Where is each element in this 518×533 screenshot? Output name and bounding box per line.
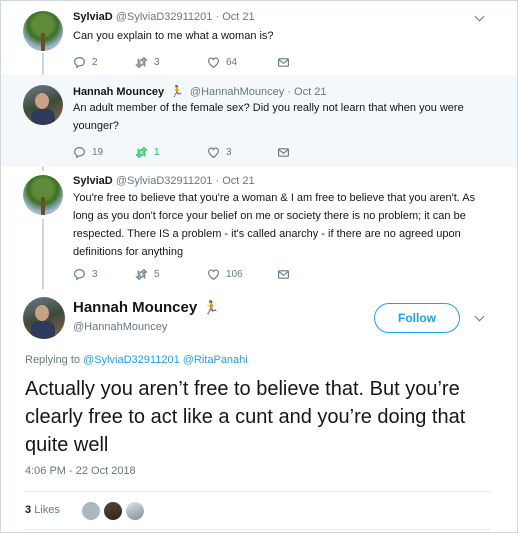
reply-target-link[interactable]: @SylviaD32911201	[83, 354, 180, 366]
reply-count: 19	[92, 146, 104, 158]
reply-icon	[74, 56, 85, 68]
tweet-date[interactable]: Oct 21	[222, 11, 254, 23]
likes-count: 3	[25, 504, 32, 516]
avatar[interactable]	[23, 175, 63, 215]
dm-button[interactable]	[277, 267, 296, 281]
author-handle[interactable]: @SylviaD32911201	[116, 175, 213, 187]
reply-button[interactable]: 2	[73, 55, 98, 69]
main-tweet-text: Actually you aren’t free to believe that…	[25, 378, 466, 456]
avatar[interactable]	[23, 11, 63, 51]
author-name[interactable]: Hannah Mouncey	[73, 299, 197, 316]
retweet-count: 5	[154, 268, 160, 280]
like-count: 3	[226, 146, 232, 158]
avatar[interactable]	[23, 297, 65, 339]
author-name[interactable]: Hannah Mouncey	[73, 86, 164, 98]
reply-count: 3	[92, 268, 98, 280]
retweet-count: 1	[154, 146, 160, 158]
retweet-button[interactable]: 5	[135, 267, 160, 281]
heart-icon	[208, 146, 219, 158]
tweet-2[interactable]: Hannah Mouncey 🏃 @HannahMouncey · Oct 21…	[1, 75, 517, 167]
like-button[interactable]: 64	[207, 55, 237, 69]
tweet-3[interactable]: SylviaD @SylviaD32911201 · Oct 21 You're…	[1, 167, 517, 293]
envelope-icon	[278, 57, 289, 67]
tweet-actions: 2 3 64	[73, 55, 493, 69]
liker-avatar[interactable]	[103, 501, 123, 521]
tweet-header: SylviaD @SylviaD32911201 · Oct 21	[73, 175, 255, 187]
reply-icon	[74, 268, 85, 280]
divider	[25, 491, 491, 492]
reply-icon	[74, 146, 85, 158]
tweet-header: Hannah Mouncey 🏃 @HannahMouncey · Oct 21	[73, 85, 326, 98]
tweet-text: An adult member of the female sex? Did y…	[73, 102, 464, 132]
retweet-button[interactable]: 1	[135, 145, 160, 159]
author-handle[interactable]: @SylviaD32911201	[116, 11, 213, 23]
chevron-down-icon[interactable]	[475, 13, 485, 23]
likes-label: Likes	[34, 504, 60, 516]
author-handle[interactable]: @HannahMouncey	[73, 321, 167, 333]
divider	[25, 529, 491, 530]
separator-dot: ·	[215, 175, 220, 187]
reply-button[interactable]: 3	[73, 267, 98, 281]
author-handle[interactable]: @HannahMouncey	[190, 86, 284, 98]
liker-avatar[interactable]	[125, 501, 145, 521]
running-woman-emoji: 🏃	[170, 86, 184, 98]
reply-button[interactable]: 19	[73, 145, 103, 159]
tweet-header: SylviaD @SylviaD32911201 · Oct 21	[73, 11, 255, 23]
tweet-timestamp[interactable]: 4:06 PM - 22 Oct 2018	[25, 465, 136, 477]
separator-dot: ·	[287, 86, 291, 98]
tweet-text: Can you explain to me what a woman is?	[73, 30, 274, 42]
tweet-date[interactable]: Oct 21	[294, 86, 326, 98]
reply-count: 2	[92, 56, 98, 68]
retweet-button[interactable]: 3	[135, 55, 160, 69]
replying-prefix: Replying to	[25, 354, 81, 366]
replying-to: Replying to @SylviaD32911201 @RitaPanahi	[25, 354, 248, 366]
envelope-icon	[278, 147, 289, 157]
chevron-down-icon[interactable]	[475, 313, 485, 323]
author-name[interactable]: SylviaD	[73, 175, 113, 187]
dm-button[interactable]	[277, 145, 296, 159]
tweet-actions: 19 1 3	[73, 145, 493, 159]
retweet-icon	[135, 146, 148, 158]
dm-button[interactable]	[277, 55, 296, 69]
follow-button[interactable]: Follow	[374, 303, 460, 333]
running-woman-emoji: 🏃	[203, 300, 220, 315]
retweet-icon	[135, 56, 148, 68]
retweet-icon	[135, 268, 148, 280]
tweet-actions: 3 5 106	[73, 267, 493, 281]
author-name[interactable]: SylviaD	[73, 11, 113, 23]
heart-icon	[208, 268, 219, 280]
tweet-thread: SylviaD @SylviaD32911201 · Oct 21 Can yo…	[0, 0, 518, 533]
main-author: Hannah Mouncey 🏃	[73, 299, 222, 316]
avatar[interactable]	[23, 85, 63, 125]
tweet-date[interactable]: Oct 21	[222, 175, 254, 187]
like-button[interactable]: 3	[207, 145, 232, 159]
like-button[interactable]: 106	[207, 267, 243, 281]
like-count: 106	[226, 268, 243, 280]
retweet-count: 3	[154, 56, 160, 68]
heart-icon	[208, 56, 219, 68]
tweet-text: You're free to believe that you're a wom…	[73, 192, 476, 258]
separator-dot: ·	[215, 11, 220, 23]
tweet-1[interactable]: SylviaD @SylviaD32911201 · Oct 21 Can yo…	[1, 1, 517, 75]
like-count: 64	[226, 56, 238, 68]
liker-avatar[interactable]	[81, 501, 101, 521]
envelope-icon	[278, 269, 289, 279]
reply-target-link[interactable]: @RitaPanahi	[183, 354, 248, 366]
likes-link[interactable]: 3 Likes	[25, 504, 60, 516]
